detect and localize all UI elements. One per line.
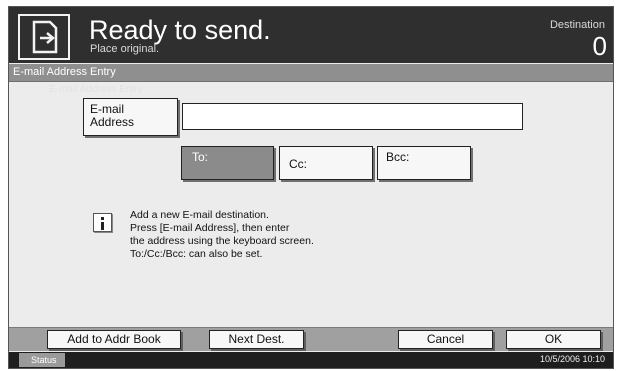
add-to-addr-book-button[interactable]: Add to Addr Book: [47, 330, 181, 349]
destination-count: 0: [592, 31, 607, 61]
screen-ghost-title: E-mail Address Entry: [49, 84, 143, 95]
screen-title: E-mail Address Entry: [13, 66, 116, 78]
destination-label: Destination: [549, 19, 605, 31]
email-address-button-label: E-mail Address: [90, 102, 135, 129]
page-subtitle: Place original.: [90, 43, 160, 55]
ok-button[interactable]: OK: [506, 330, 601, 349]
bcc-button[interactable]: Bcc:: [377, 146, 471, 180]
page-title: Ready to send.: [89, 15, 271, 45]
cc-button-label: Cc:: [289, 157, 307, 171]
to-button[interactable]: To:: [181, 146, 274, 180]
info-message: Add a new E-mail destination. Press [E-m…: [130, 209, 314, 261]
send-document-icon: [18, 14, 70, 60]
header-bar: Ready to send. Place original. Destinati…: [9, 7, 613, 63]
bcc-button-label: Bcc:: [386, 150, 410, 164]
screen-title-strip: E-mail Address Entry: [9, 64, 613, 82]
copier-screen: Ready to send. Place original. Destinati…: [0, 0, 620, 371]
status-button[interactable]: Status: [19, 353, 65, 367]
cc-button[interactable]: Cc:: [279, 146, 373, 180]
email-address-button[interactable]: E-mail Address: [83, 98, 178, 136]
email-address-field[interactable]: [182, 103, 523, 130]
info-line: To:/Cc:/Bcc: can also be set.: [130, 248, 263, 260]
to-button-label: To:: [192, 150, 209, 164]
next-dest-button[interactable]: Next Dest.: [209, 330, 304, 349]
info-line: Add a new E-mail destination.: [130, 209, 269, 221]
cancel-button[interactable]: Cancel: [398, 330, 493, 349]
info-line: the address using the keyboard screen.: [130, 235, 314, 247]
info-line: Press [E-mail Address], then enter: [130, 222, 290, 234]
date-time: 10/5/2006 10:10: [539, 354, 605, 364]
info-icon: [93, 213, 112, 232]
panel-frame: Ready to send. Place original. Destinati…: [8, 6, 614, 369]
status-bar: Status 10/5/2006 10:10: [9, 352, 613, 368]
